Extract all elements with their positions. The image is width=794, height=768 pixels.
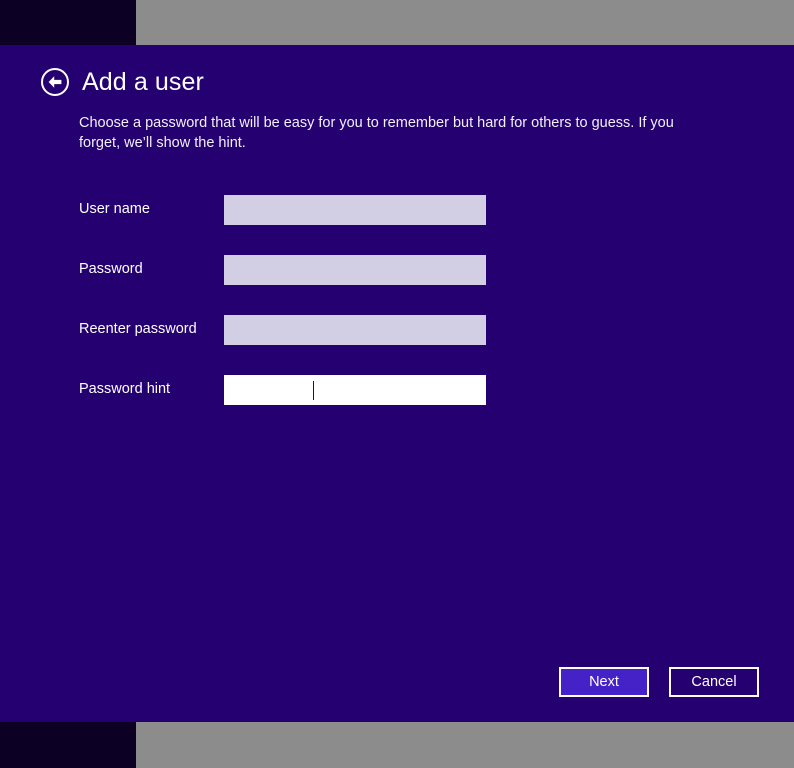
desktop-bottom-strip: [0, 722, 794, 768]
reenter-password-label: Reenter password: [79, 321, 197, 337]
wizard-footer: Next Cancel: [559, 667, 759, 697]
add-user-wizard: Add a user Choose a password that will b…: [0, 45, 794, 722]
form-row-reenter-password: Reenter password: [79, 315, 499, 345]
password-hint-input[interactable]: [224, 375, 486, 405]
page-title: Add a user: [82, 68, 204, 96]
desktop-bottom-left-corner: [0, 722, 136, 768]
cancel-button[interactable]: Cancel: [669, 667, 759, 697]
back-arrow-icon: [47, 75, 63, 89]
back-button[interactable]: [41, 68, 69, 96]
form-row-user-name: User name: [79, 195, 499, 225]
text-cursor: [313, 381, 314, 400]
form-row-password: Password: [79, 255, 499, 285]
desktop-top-strip: [0, 0, 794, 45]
wizard-header: Add a user: [41, 68, 204, 96]
user-name-input[interactable]: [224, 195, 486, 225]
next-button[interactable]: Next: [559, 667, 649, 697]
password-hint-label: Password hint: [79, 381, 171, 397]
password-input[interactable]: [224, 255, 486, 285]
form-row-password-hint: Password hint: [79, 375, 499, 405]
reenter-password-input[interactable]: [224, 315, 486, 345]
desktop-top-left-corner: [0, 0, 136, 45]
user-name-label: User name: [79, 201, 150, 217]
wizard-description: Choose a password that will be easy for …: [79, 115, 674, 151]
password-label: Password: [79, 261, 143, 277]
